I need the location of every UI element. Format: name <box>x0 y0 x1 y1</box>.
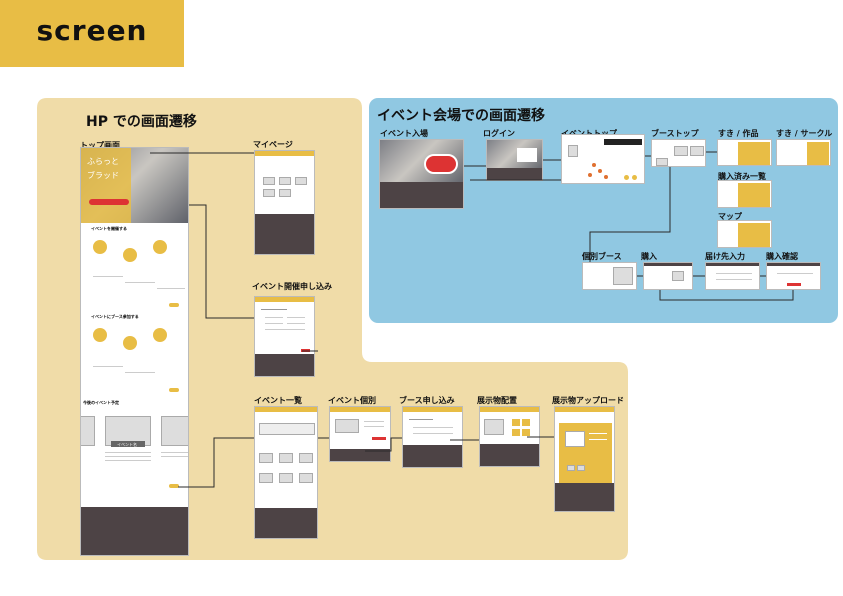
connector-lines <box>150 151 794 488</box>
link-top-event-list <box>178 437 254 488</box>
link-booth-top-booth <box>589 167 671 262</box>
link-top-event-apply <box>189 204 254 319</box>
link-confirm-back <box>659 290 794 301</box>
link-detail-booth-apply <box>365 437 402 452</box>
